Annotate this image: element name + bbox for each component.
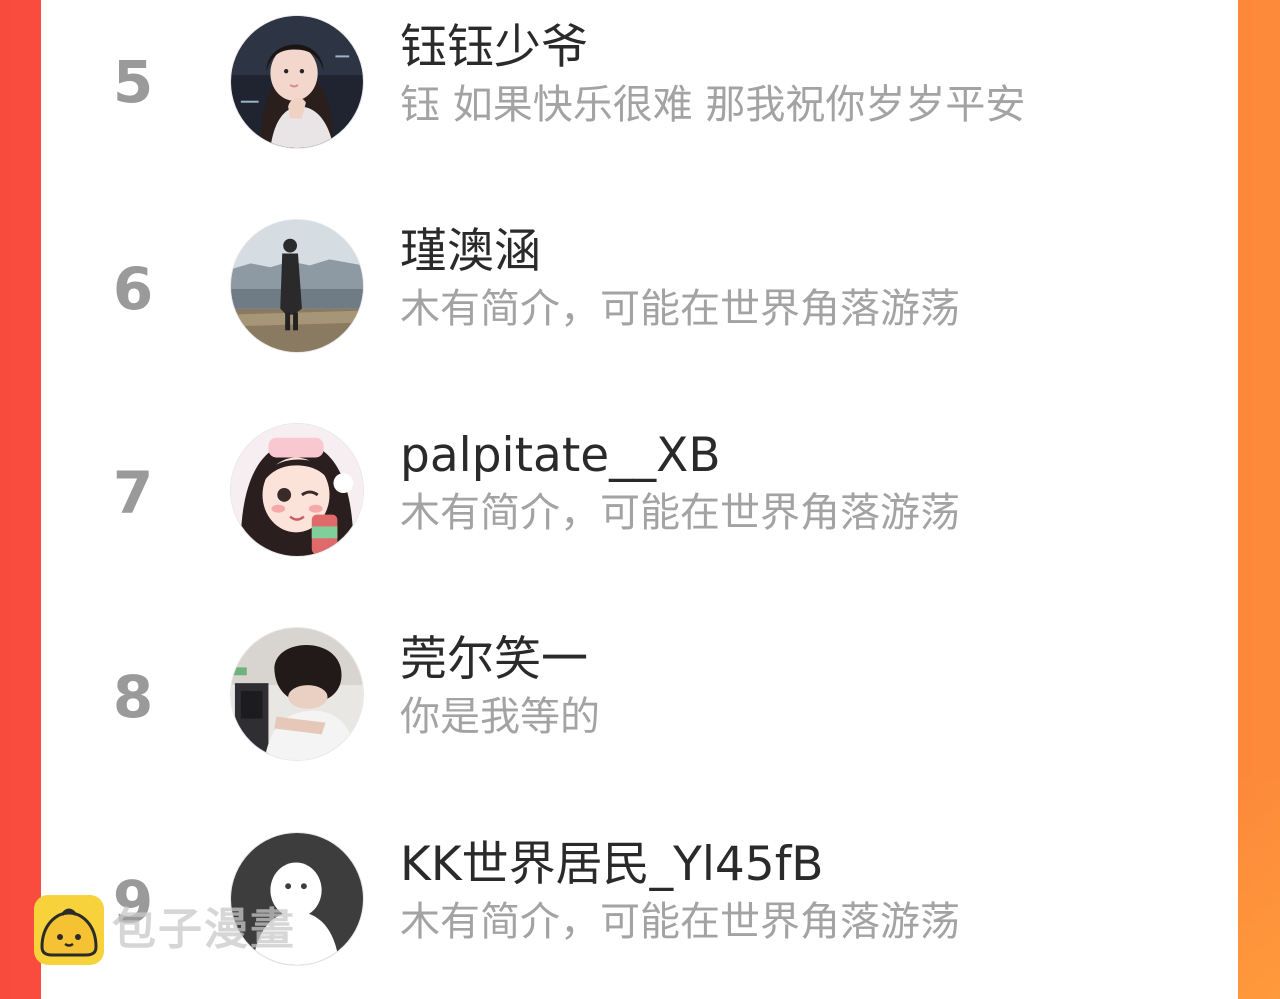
rank-number: 8: [112, 663, 154, 731]
user-name[interactable]: 钰钰少爷: [400, 20, 588, 76]
user-bio: 你是我等的: [400, 694, 600, 740]
bun-mascot-icon: [34, 895, 104, 965]
rank-number: 7: [112, 459, 154, 527]
rank-number: 6: [112, 255, 154, 323]
user-bio: 钰 如果快乐很难 那我祝你岁岁平安: [400, 82, 1026, 128]
fan-ranking-list: 5 钰钰少爷 钰 如果快乐很难 那我祝你岁岁平安 6 瑾澳涵 木有简介，可能在世…: [41, 0, 1238, 999]
user-avatar[interactable]: [230, 219, 364, 353]
rank-number: 5: [112, 48, 154, 116]
watermark-text: 包子漫畫: [112, 904, 296, 955]
list-item[interactable]: 8 莞尔笑一 你是我等的: [41, 624, 1238, 764]
user-avatar[interactable]: [230, 423, 364, 557]
user-avatar[interactable]: [230, 15, 364, 149]
user-bio: 木有简介，可能在世界角落游荡: [400, 899, 960, 945]
avatar-cartoon-girl-icon: [231, 424, 363, 556]
user-bio: 木有简介，可能在世界角落游荡: [400, 286, 960, 332]
list-item[interactable]: 5 钰钰少爷 钰 如果快乐很难 那我祝你岁岁平安: [41, 12, 1238, 152]
user-bio: 木有简介，可能在世界角落游荡: [400, 490, 960, 536]
list-item[interactable]: 6 瑾澳涵 木有简介，可能在世界角落游荡: [41, 216, 1238, 356]
avatar-city-view-icon: [231, 220, 363, 352]
avatar-girl-photo-icon: [231, 16, 363, 148]
app-background: 5 钰钰少爷 钰 如果快乐很难 那我祝你岁岁平安 6 瑾澳涵 木有简介，可能在世…: [0, 0, 1280, 999]
user-avatar[interactable]: [230, 627, 364, 761]
user-name[interactable]: KK世界居民_Yl45fB: [400, 837, 824, 893]
user-name[interactable]: 瑾澳涵: [400, 224, 541, 280]
user-name[interactable]: palpitate__XB: [400, 428, 721, 484]
avatar-boy-photo-icon: [231, 628, 363, 760]
list-item[interactable]: 7 palpitate__XB 木有简介，可能在世界角落游荡: [41, 420, 1238, 560]
user-name[interactable]: 莞尔笑一: [400, 632, 588, 688]
